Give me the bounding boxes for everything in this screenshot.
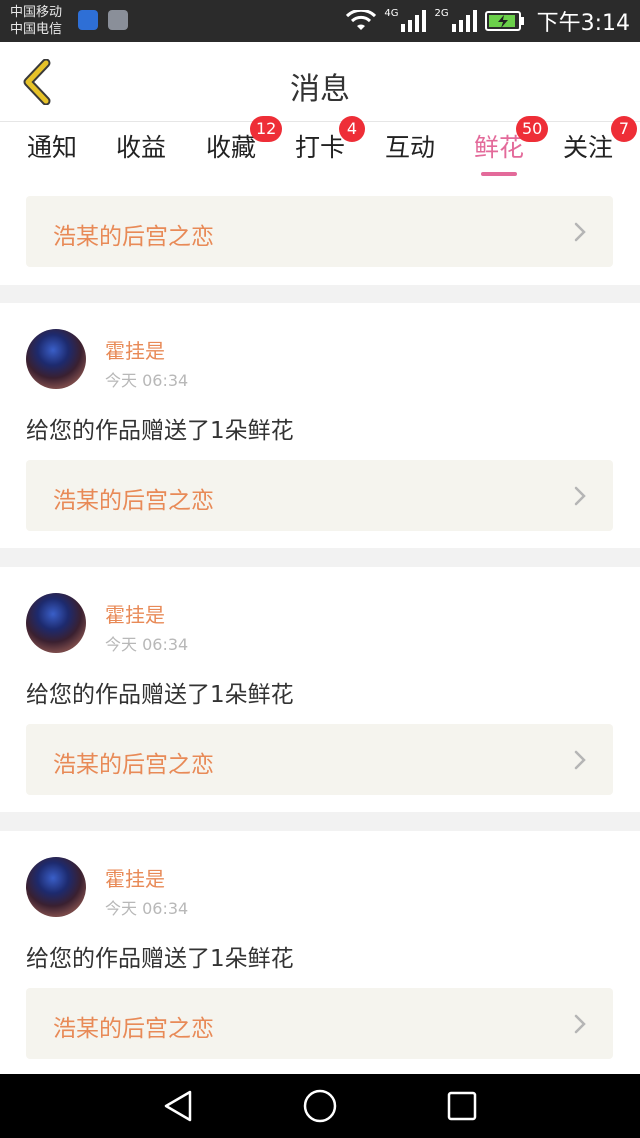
tab-bar: 通知 收益 收藏 12 打卡 4 互动 鲜花 50 关注 7 bbox=[0, 116, 640, 180]
carrier-info: 中国移动 中国电信 bbox=[10, 4, 62, 38]
message-text: 给您的作品赠送了1朵鲜花 bbox=[26, 682, 294, 708]
tab-flowers[interactable]: 鲜花 50 bbox=[454, 116, 549, 180]
chevron-right-icon bbox=[574, 1014, 586, 1034]
status-bar: 中国移动 中国电信 4G 2G 下午3:14 bbox=[0, 0, 640, 42]
tab-favorites[interactable]: 收藏 12 bbox=[186, 116, 283, 180]
chevron-right-icon bbox=[574, 486, 586, 506]
message-card: 霍挂是 今天 06:34 给您的作品赠送了1朵鲜花 浩某的后宫之恋 bbox=[0, 567, 640, 812]
avatar[interactable] bbox=[26, 593, 86, 653]
sender-name[interactable]: 霍挂是 bbox=[105, 335, 165, 364]
header: 消息 bbox=[0, 42, 640, 122]
work-title: 浩某的后宫之恋 bbox=[53, 1016, 214, 1042]
message-text: 给您的作品赠送了1朵鲜花 bbox=[26, 946, 294, 972]
sender-name[interactable]: 霍挂是 bbox=[105, 599, 165, 628]
message-card: 霍挂是 今天 06:34 给您的作品赠送了1朵鲜花 浩某的后宫之恋 bbox=[0, 831, 640, 1074]
tab-label: 关注 bbox=[562, 133, 613, 162]
wifi-icon bbox=[346, 10, 377, 30]
work-link[interactable]: 浩某的后宫之恋 bbox=[26, 724, 613, 795]
network-label-2: 2G bbox=[434, 7, 449, 19]
tab-interaction[interactable]: 互动 bbox=[365, 128, 455, 180]
tab-label: 收藏 bbox=[205, 133, 256, 162]
signal-icon-1 bbox=[401, 10, 427, 32]
unread-badge: 7 bbox=[611, 116, 637, 142]
tab-checkin[interactable]: 打卡 4 bbox=[275, 116, 365, 180]
circle-home-icon bbox=[303, 1089, 337, 1123]
active-tab-indicator bbox=[481, 172, 517, 176]
message-list[interactable]: 浩某的后宫之恋 霍挂是 今天 06:34 给您的作品赠送了1朵鲜花 浩某的后宫之… bbox=[0, 180, 640, 1074]
message-card: 浩某的后宫之恋 bbox=[0, 180, 640, 285]
tab-label: 打卡 bbox=[294, 133, 345, 162]
chevron-right-icon bbox=[574, 750, 586, 770]
nav-recents-button[interactable] bbox=[444, 1088, 480, 1124]
work-title: 浩某的后宫之恋 bbox=[53, 752, 214, 778]
clock: 下午3:14 bbox=[536, 11, 630, 36]
tab-follow[interactable]: 关注 7 bbox=[543, 116, 637, 180]
tab-notify[interactable]: 通知 bbox=[7, 128, 97, 180]
message-time: 今天 06:34 bbox=[105, 371, 189, 390]
carrier-1: 中国移动 bbox=[10, 5, 63, 20]
chevron-right-icon bbox=[574, 222, 586, 242]
message-card: 霍挂是 今天 06:34 给您的作品赠送了1朵鲜花 浩某的后宫之恋 bbox=[0, 303, 640, 548]
avatar[interactable] bbox=[26, 857, 86, 917]
work-title: 浩某的后宫之恋 bbox=[53, 224, 214, 250]
work-link[interactable]: 浩某的后宫之恋 bbox=[26, 196, 613, 267]
nav-home-button[interactable] bbox=[302, 1088, 338, 1124]
tab-label: 收益 bbox=[115, 133, 166, 162]
network-label-1: 4G bbox=[384, 7, 399, 19]
tab-label: 互动 bbox=[384, 133, 435, 162]
carrier-2: 中国电信 bbox=[10, 22, 63, 37]
message-text: 给您的作品赠送了1朵鲜花 bbox=[26, 418, 294, 444]
page-title: 消息 bbox=[290, 72, 350, 107]
message-time: 今天 06:34 bbox=[105, 899, 189, 918]
message-time: 今天 06:34 bbox=[105, 635, 189, 654]
status-indicators: 4G 2G 下午3:14 bbox=[346, 6, 630, 36]
avatar[interactable] bbox=[26, 329, 86, 389]
work-link[interactable]: 浩某的后宫之恋 bbox=[26, 460, 613, 531]
tab-label: 鲜花 bbox=[473, 133, 524, 162]
image-notification-icon bbox=[108, 10, 128, 30]
sender-name[interactable]: 霍挂是 bbox=[105, 863, 165, 892]
system-nav-bar bbox=[0, 1074, 640, 1138]
unread-badge: 4 bbox=[339, 116, 365, 142]
app-notification-icon bbox=[78, 10, 98, 30]
battery-charging-icon bbox=[484, 11, 524, 31]
signal-icon-2 bbox=[451, 10, 477, 32]
square-recents-icon bbox=[447, 1091, 477, 1121]
work-title: 浩某的后宫之恋 bbox=[53, 488, 214, 514]
tab-label: 通知 bbox=[26, 133, 77, 162]
nav-back-button[interactable] bbox=[160, 1088, 196, 1124]
work-link[interactable]: 浩某的后宫之恋 bbox=[26, 988, 613, 1059]
triangle-back-icon bbox=[164, 1090, 192, 1122]
tab-earnings[interactable]: 收益 bbox=[96, 128, 186, 180]
